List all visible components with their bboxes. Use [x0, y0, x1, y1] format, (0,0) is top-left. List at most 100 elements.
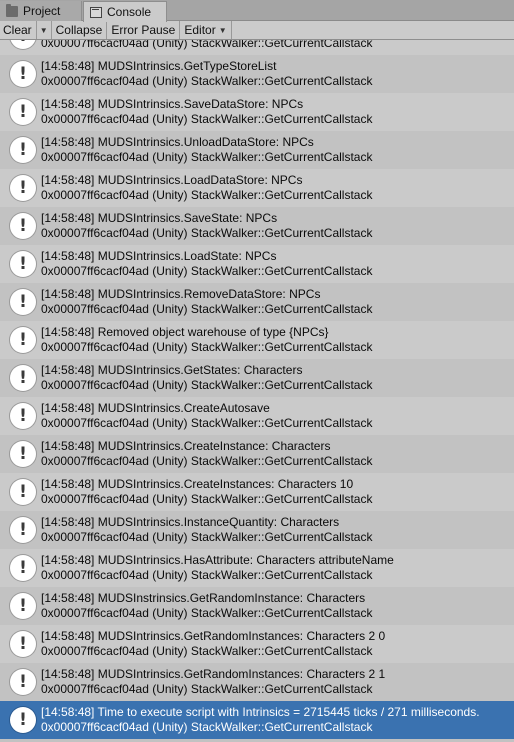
log-entry-text: [14:58:48] MUDSIntrinsics.GetRandomInsta… [41, 629, 385, 659]
info-exclamation-icon: ! [10, 99, 36, 125]
log-stacktrace: 0x00007ff6cacf04ad (Unity) StackWalker::… [41, 188, 373, 202]
info-exclamation-icon: ! [10, 365, 36, 391]
console-toolbar: Clear ▼ Collapse Error Pause Editor ▼ [0, 21, 514, 40]
log-entry[interactable]: ! [14:58:48] MUDSIntrinsics.CreateInstanc… [0, 473, 514, 511]
log-entry[interactable]: ! [14:58:48] MUDSIntrinsics.InstanceQuant… [0, 511, 514, 549]
info-exclamation-icon: ! [10, 61, 36, 87]
exclamation-glyph: ! [19, 63, 27, 84]
log-entry[interactable]: ! [14:58:48] MUDSIntrinsics.HasAttribute:… [0, 549, 514, 587]
log-entry[interactable]: ! [14:58:48] MUDSInstrinsics.GetRandomIns… [0, 587, 514, 625]
log-stacktrace: 0x00007ff6cacf04ad (Unity) StackWalker::… [41, 226, 373, 240]
log-entry[interactable]: ! [14:58:48] MUDSIntrinsics.GetRandomInst… [0, 663, 514, 701]
log-entry-text: [14:58:48] MUDSIntrinsics.HasAttribute: … [41, 553, 394, 583]
tab-console[interactable]: Console [83, 1, 167, 22]
log-stacktrace: 0x00007ff6cacf04ad (Unity) StackWalker::… [41, 644, 373, 658]
log-message: [14:58:48] MUDSIntrinsics.GetStates: Cha… [41, 363, 303, 377]
log-message: [14:58:48] MUDSIntrinsics.InstanceQuanti… [41, 515, 340, 529]
log-stacktrace: 0x00007ff6cacf04ad (Unity) StackWalker::… [41, 416, 373, 430]
log-message: [14:58:48] MUDSIntrinsics.CreateInstance… [41, 439, 331, 453]
log-message: [14:58:48] MUDSInstrinsics.GetRandomInst… [41, 591, 366, 605]
log-entry[interactable]: ! [14:58:48] MUDSIntrinsics.SaveDataStore… [0, 93, 514, 131]
exclamation-glyph: ! [19, 671, 27, 692]
exclamation-glyph: ! [19, 215, 27, 236]
log-entry[interactable]: ! [14:58:48] MUDSIntrinsics.GetRandomInst… [0, 625, 514, 663]
info-exclamation-icon: ! [10, 327, 36, 353]
log-message: [14:58:48] MUDSIntrinsics.GetRandomInsta… [41, 667, 386, 681]
log-entry-text: [14:58:48] MUDSIntrinsics.InstanceQuanti… [41, 515, 372, 545]
collapse-toggle-label: Collapse [55, 23, 103, 37]
log-entry[interactable]: ! [14:58:48] MUDSIntrinsics.GetTypeStoreL… [0, 55, 514, 93]
log-stacktrace: 0x00007ff6cacf04ad (Unity) StackWalker::… [41, 112, 373, 126]
exclamation-glyph: ! [19, 595, 27, 616]
log-entry[interactable]: ! [14:58:48] Removed object warehouse of … [0, 321, 514, 359]
log-stacktrace: 0x00007ff6cacf04ad (Unity) StackWalker::… [41, 720, 373, 734]
exclamation-glyph: ! [19, 40, 27, 45]
exclamation-glyph: ! [19, 633, 27, 654]
info-exclamation-icon: ! [10, 137, 36, 163]
error-pause-toggle[interactable]: Error Pause [107, 21, 181, 39]
editor-dropdown-label: Editor [184, 23, 216, 37]
log-message: [14:58:48] MUDSIntrinsics.RemoveDataStor… [41, 287, 321, 301]
clear-button[interactable]: Clear [0, 21, 37, 39]
log-entry[interactable]: ! [14:58:48] MUDSIntrinsics.CreateInstanc… [0, 435, 514, 473]
log-entry[interactable]: ! [14:58:48] Time to execute script with … [0, 701, 514, 739]
log-entry[interactable]: ! [14:58:48] MUDSIntrinsics.LoadDataStore… [0, 169, 514, 207]
log-stacktrace: 0x00007ff6cacf04ad (Unity) StackWalker::… [41, 682, 373, 696]
log-entry-text: [14:58:48] MUDSIntrinsics.UnloadDataStor… [41, 135, 372, 165]
log-entry[interactable]: ! [14:58:48] MUDSIntrinsics.LoadState: NP… [0, 245, 514, 283]
log-message: [14:58:48] Removed object warehouse of t… [41, 325, 329, 339]
log-entry-text: [14:58:48] MUDSInstrinsics.GetRandomInst… [41, 591, 372, 621]
exclamation-glyph: ! [19, 443, 27, 464]
exclamation-glyph: ! [19, 177, 27, 198]
info-exclamation-icon: ! [10, 593, 36, 619]
exclamation-glyph: ! [19, 405, 27, 426]
log-entry-text: [14:58:48] MUDSIntrinsics.GetStates: Cha… [41, 363, 372, 393]
chevron-down-icon: ▼ [39, 25, 48, 35]
info-exclamation-icon: ! [10, 517, 36, 543]
exclamation-glyph: ! [19, 101, 27, 122]
log-entry[interactable]: ! [14:58:48] MUDSIntrinsics.UnloadDataSto… [0, 131, 514, 169]
log-stacktrace: 0x00007ff6cacf04ad (Unity) StackWalker::… [41, 340, 373, 354]
log-stacktrace: 0x00007ff6cacf04ad (Unity) StackWalker::… [41, 454, 373, 468]
exclamation-glyph: ! [19, 481, 27, 502]
info-exclamation-icon: ! [10, 441, 36, 467]
info-exclamation-icon: ! [10, 707, 36, 733]
log-entry-text: [14:58:48] Removed object warehouse of t… [41, 325, 372, 355]
log-entry[interactable]: ! [14:58:48] MUDSIntrinsics.CreateAutosav… [0, 397, 514, 435]
log-message: [14:58:48] MUDSIntrinsics.GetRandomInsta… [41, 629, 386, 643]
log-entry[interactable]: ! [14:58:48] MUDSIntrinsics.GetStates: Ch… [0, 359, 514, 397]
log-message: [14:58:48] MUDSIntrinsics.SaveState: NPC… [41, 211, 278, 225]
clear-button-label: Clear [3, 23, 32, 37]
log-entry[interactable]: ! [14:58:48] MUDSIntrinsics.RemoveDataSto… [0, 283, 514, 321]
log-entry-text: [14:58:48] Time to execute script with I… [41, 705, 480, 735]
log-entry-text: [14:58:48] MUDSIntrinsics.CreateAutosave… [41, 401, 372, 431]
log-stacktrace: 0x00007ff6cacf04ad (Unity) StackWalker::… [41, 492, 373, 506]
editor-dropdown[interactable]: Editor ▼ [180, 21, 232, 39]
log-stacktrace: 0x00007ff6cacf04ad (Unity) StackWalker::… [41, 378, 373, 392]
log-entry-text: [14:58:48] MUDSIntrinsics.LoadDataStore:… [41, 173, 372, 203]
tab-console-label: Console [107, 5, 152, 19]
log-stacktrace: 0x00007ff6cacf04ad (Unity) StackWalker::… [41, 606, 373, 620]
info-exclamation-icon: ! [10, 175, 36, 201]
log-stacktrace: 0x00007ff6cacf04ad (Unity) StackWalker::… [41, 530, 373, 544]
log-stacktrace: 0x00007ff6cacf04ad (Unity) StackWalker::… [41, 150, 373, 164]
log-entry-text: [14:58:48] MUDSIntrinsics.SaveDataStore:… [41, 97, 372, 127]
console-log-content: ! [14:58:48] MUDSIntrinsics.GetTypeStores… [0, 40, 514, 739]
log-entry[interactable]: ! [14:58:48] MUDSIntrinsics.GetTypeStores… [0, 40, 514, 55]
log-message: [14:58:48] MUDSIntrinsics.LoadDataStore:… [41, 173, 303, 187]
log-message: [14:58:48] MUDSIntrinsics.HasAttribute: … [41, 553, 394, 567]
exclamation-glyph: ! [19, 557, 27, 578]
log-entry[interactable]: ! [14:58:48] MUDSIntrinsics.SaveState: NP… [0, 207, 514, 245]
tab-project[interactable]: Project [0, 1, 82, 21]
clear-options-dropdown[interactable]: ▼ [37, 21, 52, 39]
log-message: [14:58:48] Time to execute script with I… [41, 705, 480, 719]
folder-icon [6, 3, 18, 17]
log-stacktrace: 0x00007ff6cacf04ad (Unity) StackWalker::… [41, 40, 373, 50]
info-exclamation-icon: ! [10, 251, 36, 277]
tab-project-label: Project [23, 4, 61, 18]
console-log-list[interactable]: ! [14:58:48] MUDSIntrinsics.GetTypeStores… [0, 40, 514, 742]
info-exclamation-icon: ! [10, 631, 36, 657]
log-stacktrace: 0x00007ff6cacf04ad (Unity) StackWalker::… [41, 74, 373, 88]
exclamation-glyph: ! [19, 291, 27, 312]
collapse-toggle[interactable]: Collapse [52, 21, 108, 39]
